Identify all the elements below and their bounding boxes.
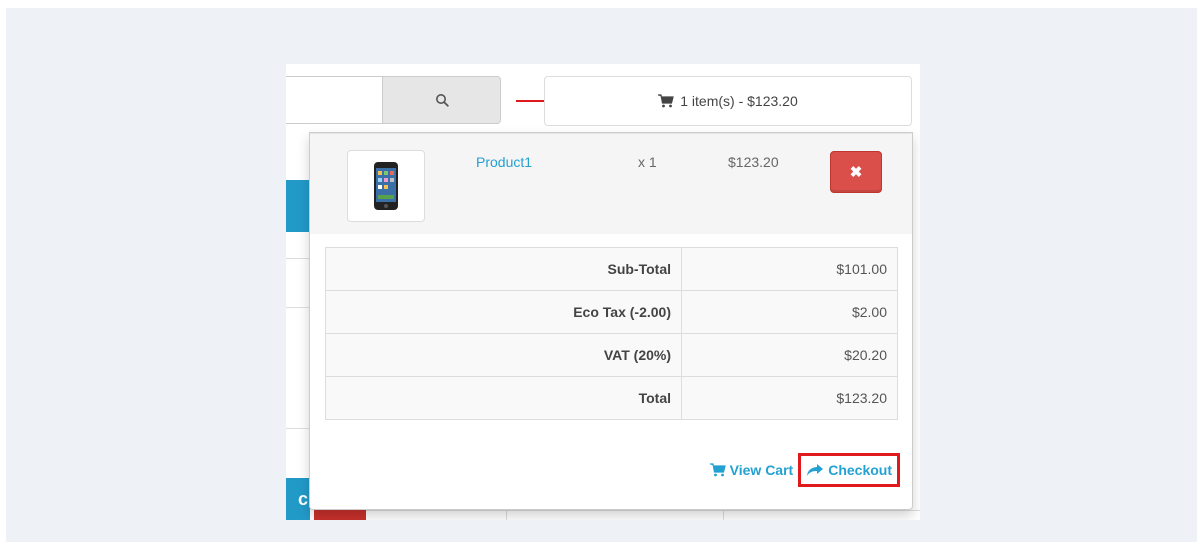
share-arrow-icon bbox=[807, 464, 824, 476]
close-icon: ✖ bbox=[849, 164, 863, 181]
phone-image-icon bbox=[374, 162, 398, 210]
checkout-link[interactable]: Checkout bbox=[806, 462, 892, 478]
totals-row: VAT (20%) $20.20 bbox=[325, 333, 898, 377]
totals-row: Sub-Total $101.00 bbox=[325, 247, 898, 291]
background-button bbox=[314, 510, 366, 520]
cart-totals-table: Sub-Total $101.00 Eco Tax (-2.00) $2.00 … bbox=[325, 247, 898, 420]
view-cart-label: View Cart bbox=[729, 462, 794, 478]
background-menu-block bbox=[286, 180, 310, 232]
totals-label: Eco Tax (-2.00) bbox=[325, 290, 682, 334]
checkout-label: Checkout bbox=[828, 462, 892, 478]
totals-label: Sub-Total bbox=[325, 247, 682, 291]
totals-value: $123.20 bbox=[681, 376, 898, 420]
cart-summary: 1 item(s) - $123.20 bbox=[680, 93, 798, 109]
shopping-cart-icon bbox=[709, 463, 726, 477]
totals-row: Eco Tax (-2.00) $2.00 bbox=[325, 290, 898, 334]
product-thumbnail[interactable] bbox=[347, 150, 425, 222]
view-cart-link[interactable]: View Cart bbox=[709, 462, 794, 478]
totals-value: $2.00 bbox=[681, 290, 898, 334]
background-table bbox=[366, 510, 920, 520]
background-divider bbox=[723, 510, 724, 520]
totals-value: $20.20 bbox=[681, 333, 898, 377]
remove-item-button[interactable]: ✖ bbox=[830, 151, 882, 193]
shopping-cart-icon bbox=[658, 94, 675, 108]
background-divider bbox=[286, 428, 310, 429]
search-icon bbox=[435, 94, 449, 107]
cart-button[interactable]: 1 item(s) - $123.20 bbox=[544, 76, 912, 126]
search-input[interactable] bbox=[286, 76, 382, 124]
cart-dropdown: Product1 x 1 $123.20 ✖ Sub-Total $101.00… bbox=[309, 132, 913, 510]
totals-row: Total $123.20 bbox=[325, 376, 898, 420]
background-button: c bbox=[286, 478, 310, 520]
checkout-highlight: Checkout bbox=[798, 453, 900, 487]
search-button[interactable] bbox=[382, 76, 501, 124]
background-divider bbox=[286, 258, 310, 259]
totals-value: $101.00 bbox=[681, 247, 898, 291]
product-price: $123.20 bbox=[728, 154, 779, 170]
screenshot-frame: 1 item(s) - $123.20 c Product1 x 1 $123.… bbox=[6, 8, 1197, 542]
product-name-link[interactable]: Product1 bbox=[476, 154, 532, 170]
totals-label: VAT (20%) bbox=[325, 333, 682, 377]
cart-actions: View Cart Checkout bbox=[709, 453, 900, 487]
totals-label: Total bbox=[325, 376, 682, 420]
product-quantity: x 1 bbox=[638, 154, 657, 170]
store-header-area: 1 item(s) - $123.20 c Product1 x 1 $123.… bbox=[286, 64, 920, 520]
cart-item-row: Product1 x 1 $123.20 ✖ bbox=[310, 133, 912, 234]
background-divider bbox=[506, 510, 507, 520]
background-divider bbox=[286, 307, 310, 308]
